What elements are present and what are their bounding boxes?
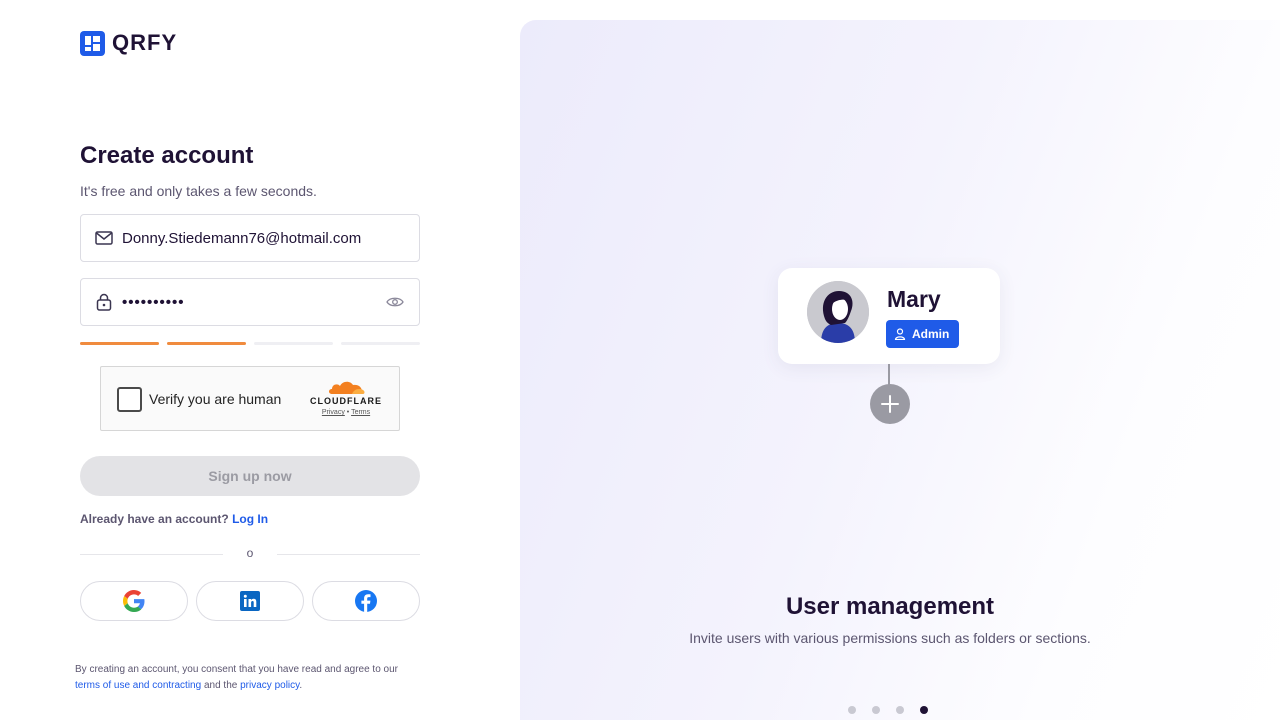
connector-line <box>888 364 890 386</box>
captcha-label: Verify you are human <box>149 391 282 407</box>
cloudflare-branding: CLOUDFLARE Privacy • Terms <box>308 379 384 416</box>
role-badge: Admin <box>886 320 960 348</box>
strength-segment <box>254 342 333 345</box>
carousel-dots <box>848 706 928 714</box>
captcha-checkbox[interactable] <box>117 387 142 412</box>
qrfy-logo-icon <box>80 30 105 56</box>
google-signin-button[interactable] <box>80 581 188 621</box>
privacy-policy-link[interactable]: privacy policy <box>240 680 299 691</box>
linkedin-signin-button[interactable] <box>196 581 304 621</box>
sign-up-button[interactable]: Sign up now <box>80 456 420 496</box>
captcha-privacy-link[interactable]: Privacy <box>322 409 345 416</box>
captcha-link-separator: • <box>346 409 350 416</box>
google-icon <box>123 590 145 612</box>
login-prompt-text: Already have an account? <box>80 512 229 526</box>
or-divider: o <box>80 546 420 562</box>
strength-segment <box>167 342 246 345</box>
divider-text: o <box>246 546 254 560</box>
feature-description: Invite users with various permissions su… <box>689 630 1091 646</box>
password-field[interactable]: •••••••••• <box>80 278 420 326</box>
brand-logo[interactable]: QRFY <box>80 30 177 56</box>
strength-segment <box>341 342 420 345</box>
feature-title: User management <box>785 593 995 620</box>
facebook-icon <box>355 590 377 612</box>
linkedin-icon <box>240 591 260 611</box>
terms-prefix: By creating an account, you consent that… <box>75 664 398 675</box>
cloudflare-wordmark: CLOUDFLARE <box>310 396 382 406</box>
facebook-signin-button[interactable] <box>312 581 420 621</box>
password-value: •••••••••• <box>122 293 185 311</box>
email-field[interactable]: Donny.Stiedemann76@hotmail.com <box>80 214 420 262</box>
captcha-terms-link[interactable]: Terms <box>351 409 370 416</box>
carousel-dot[interactable] <box>896 706 904 714</box>
lock-icon <box>95 293 113 311</box>
cloudflare-cloud-icon <box>329 381 365 394</box>
log-in-link[interactable]: Log In <box>232 512 268 526</box>
eye-icon[interactable] <box>385 292 405 312</box>
email-value: Donny.Stiedemann76@hotmail.com <box>122 229 362 247</box>
strength-segment <box>80 342 159 345</box>
password-strength-meter <box>80 342 420 345</box>
terms-middle: and the <box>203 680 238 691</box>
brand-name: QRFY <box>112 30 178 55</box>
terms-notice: By creating an account, you consent that… <box>75 662 455 694</box>
carousel-dot[interactable] <box>872 706 880 714</box>
login-prompt: Already have an account? Log In <box>80 512 268 526</box>
role-label: Admin <box>912 327 950 341</box>
captcha-widget[interactable]: Verify you are human CLOUDFLARE Privacy … <box>100 366 400 431</box>
user-card: Mary Admin <box>778 268 1000 364</box>
terms-of-use-link[interactable]: terms of use and contracting <box>75 680 201 691</box>
page-subtitle: It's free and only takes a few seconds. <box>80 183 317 199</box>
page-title: Create account <box>80 142 254 169</box>
carousel-dot[interactable] <box>848 706 856 714</box>
user-name: Mary <box>887 286 941 312</box>
feature-showcase-panel: Mary Admin User management Invite users … <box>520 20 1280 720</box>
carousel-dot[interactable] <box>920 706 928 714</box>
user-icon <box>894 328 906 340</box>
terms-suffix: . <box>299 680 303 691</box>
mail-icon <box>95 229 113 247</box>
user-avatar <box>807 281 869 343</box>
add-user-icon <box>870 384 910 424</box>
